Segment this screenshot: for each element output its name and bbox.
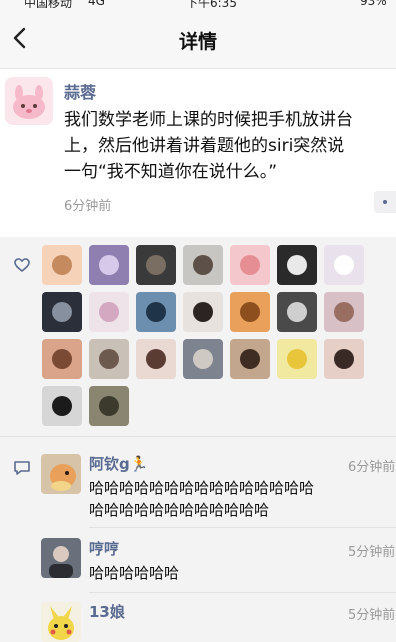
avatar-figure: [146, 302, 166, 322]
charmander-avatar-icon: [41, 454, 81, 494]
carrier-label: 中国移动: [24, 0, 73, 8]
avatar-figure: [334, 255, 354, 275]
avatar-figure: [193, 302, 213, 322]
avatar-figure: [287, 255, 307, 275]
avatar-figure: [52, 396, 72, 416]
heart-icon: [14, 258, 30, 272]
comment-timestamp: 6分钟前: [348, 460, 396, 475]
avatar-figure: [52, 349, 72, 369]
post-line: 一句“我不知道你在说什么。”: [64, 162, 278, 182]
liker-avatar[interactable]: [324, 292, 364, 332]
liker-avatar[interactable]: [136, 292, 176, 332]
avatar-figure: [287, 302, 307, 322]
battery-label: 93%: [360, 0, 387, 8]
liker-avatar[interactable]: [277, 245, 317, 285]
network-label: 4G: [88, 0, 105, 8]
liker-avatar[interactable]: [277, 339, 317, 379]
avatar-figure: [287, 349, 307, 369]
divider: [89, 592, 396, 593]
avatar-figure: [99, 255, 119, 275]
commenter-avatar[interactable]: [41, 602, 81, 642]
liker-avatar[interactable]: [230, 245, 270, 285]
liker-avatar[interactable]: [89, 292, 129, 332]
avatar-figure: [193, 349, 213, 369]
avatar-figure: [99, 302, 119, 322]
clock: 下午6:35: [186, 0, 237, 8]
commenter-name[interactable]: 13娘: [89, 601, 125, 622]
avatar-figure: [146, 349, 166, 369]
post-timestamp: 6分钟前: [64, 199, 112, 214]
page-title: 详情: [178, 31, 217, 53]
post-body: 我们数学老师上课的时候把手机放讲台 上，然后他讲着讲着题他的siri突然说 一句…: [64, 107, 396, 185]
comment-line: 哈哈哈哈哈哈哈哈哈哈哈哈: [89, 501, 270, 519]
liker-avatar[interactable]: [89, 339, 129, 379]
avatar-figure: [240, 255, 260, 275]
avatar-figure: [240, 302, 260, 322]
liker-avatar[interactable]: [277, 292, 317, 332]
liker-avatar[interactable]: [42, 245, 82, 285]
avatar-figure: [334, 349, 354, 369]
liker-avatar[interactable]: [89, 245, 129, 285]
comment-line: 哈哈哈哈哈哈: [89, 564, 180, 582]
commenter-name[interactable]: 哼哼: [89, 538, 119, 559]
bunny-avatar-icon: [5, 77, 53, 125]
pikachu-avatar-icon: [41, 602, 81, 642]
avatar-figure: [99, 396, 119, 416]
liker-avatar[interactable]: [42, 386, 82, 426]
liker-avatar[interactable]: [230, 292, 270, 332]
comment-icon: [14, 461, 30, 475]
liker-avatar[interactable]: [324, 339, 364, 379]
post-line: 上，然后他讲着讲着题他的siri突然说: [64, 136, 345, 156]
comment-timestamp: 5分钟前: [348, 545, 396, 560]
author-name[interactable]: 蒜蓉: [64, 79, 96, 103]
comment-timestamp: 5分钟前: [348, 608, 396, 623]
more-actions-button[interactable]: [374, 191, 396, 213]
avatar-figure: [52, 302, 72, 322]
avatar-figure: [52, 255, 72, 275]
liker-avatar[interactable]: [42, 339, 82, 379]
avatar-figure: [146, 255, 166, 275]
liker-avatar[interactable]: [230, 339, 270, 379]
avatar-figure: [334, 302, 354, 322]
status-bar: 中国移动 4G 下午6:35 93%: [0, 0, 396, 8]
comment-line: 哈哈哈哈哈哈哈哈哈哈哈哈哈哈哈: [89, 479, 315, 497]
avatar-figure: [99, 349, 119, 369]
dot-icon: [383, 200, 387, 204]
commenter-avatar[interactable]: [41, 538, 81, 578]
liker-avatar[interactable]: [136, 245, 176, 285]
liker-avatar[interactable]: [89, 386, 129, 426]
author-avatar[interactable]: [5, 77, 53, 125]
likes-section: [0, 238, 396, 437]
avatar-figure: [193, 255, 213, 275]
navigation-bar: 详情: [0, 8, 396, 69]
divider: [0, 436, 396, 437]
liker-avatar[interactable]: [183, 339, 223, 379]
divider: [89, 527, 396, 528]
liker-avatar[interactable]: [183, 245, 223, 285]
avatar-figure: [240, 349, 260, 369]
moment-post: 蒜蓉 我们数学老师上课的时候把手机放讲台 上，然后他讲着讲着题他的siri突然说…: [0, 69, 396, 237]
liker-avatar[interactable]: [136, 339, 176, 379]
liker-avatar[interactable]: [324, 245, 364, 285]
commenter-name[interactable]: 阿钦g🏃: [89, 453, 148, 474]
liker-avatar[interactable]: [183, 292, 223, 332]
photo-avatar-icon: [41, 538, 81, 578]
liker-avatar[interactable]: [42, 292, 82, 332]
commenter-avatar[interactable]: [41, 454, 81, 494]
post-line: 我们数学老师上课的时候把手机放讲台: [64, 110, 353, 130]
